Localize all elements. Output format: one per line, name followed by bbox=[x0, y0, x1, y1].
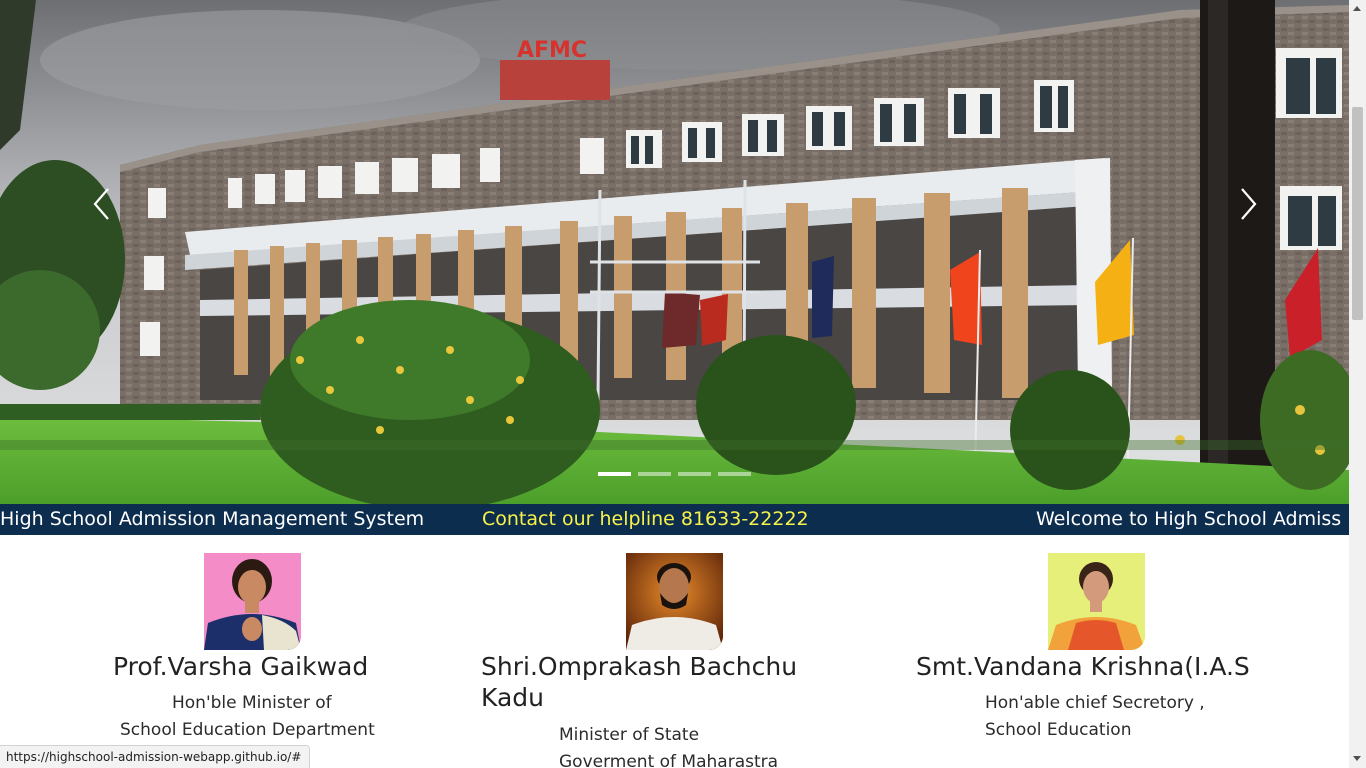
carousel-indicator-4[interactable] bbox=[718, 472, 751, 476]
official-title-minister-of-state-line1: Minister of State bbox=[559, 725, 700, 745]
official-title-minister-of-state-line2: Goverment of Maharastra bbox=[559, 752, 779, 768]
carousel-indicator-2[interactable] bbox=[638, 472, 671, 476]
carousel-slide-image: AFMC bbox=[0, 0, 1349, 504]
scroll-down-arrow-icon[interactable] bbox=[1353, 756, 1361, 761]
carousel-indicator-3[interactable] bbox=[678, 472, 711, 476]
official-photo-minister-of-state bbox=[626, 553, 723, 650]
scroll-up-arrow-icon[interactable] bbox=[1353, 6, 1361, 11]
scrollbar-thumb[interactable] bbox=[1352, 107, 1363, 320]
person-portrait-icon bbox=[204, 553, 301, 650]
official-title-minister-line1: Hon'ble Minister of bbox=[172, 693, 332, 713]
official-name-chief-secretary: Smt.Vandana Krishna(I.A.S bbox=[916, 652, 1250, 681]
official-name-minister-of-state-line1: Shri.Omprakash Bachchu bbox=[481, 652, 798, 681]
announcement-marquee: High School Admission Management System … bbox=[0, 504, 1349, 535]
carousel-next-button[interactable] bbox=[1228, 182, 1268, 226]
carousel-indicator-1[interactable] bbox=[598, 472, 631, 476]
hero-carousel: AFMC bbox=[0, 0, 1349, 504]
carousel-prev-button[interactable] bbox=[82, 182, 122, 226]
official-title-chief-secretary-line2: School Education bbox=[985, 720, 1132, 740]
marquee-welcome: Welcome to High School Admiss bbox=[1036, 508, 1342, 530]
official-name-minister: Prof.Varsha Gaikwad bbox=[113, 652, 369, 681]
page-scrollbar[interactable] bbox=[1349, 0, 1366, 768]
official-title-minister-line2: School Education Department bbox=[120, 720, 375, 740]
official-name-minister-of-state-line2: Kadu bbox=[481, 683, 544, 712]
marquee-title: High School Admission Management System bbox=[0, 508, 425, 530]
person-portrait-icon bbox=[1048, 553, 1145, 650]
official-photo-chief-secretary bbox=[1048, 553, 1145, 650]
marquee-helpline: Contact our helpline 81633-22222 bbox=[482, 508, 809, 530]
carousel-indicators bbox=[598, 472, 751, 476]
official-photo-minister bbox=[204, 553, 301, 650]
building-sign-text: AFMC bbox=[517, 38, 587, 63]
chevron-right-icon bbox=[1241, 188, 1257, 220]
person-portrait-icon bbox=[626, 553, 723, 650]
chevron-left-icon bbox=[93, 188, 109, 220]
browser-status-url: https://highschool-admission-webapp.gith… bbox=[0, 745, 311, 768]
official-title-chief-secretary-line1: Hon'able chief Secretory , bbox=[985, 693, 1205, 713]
